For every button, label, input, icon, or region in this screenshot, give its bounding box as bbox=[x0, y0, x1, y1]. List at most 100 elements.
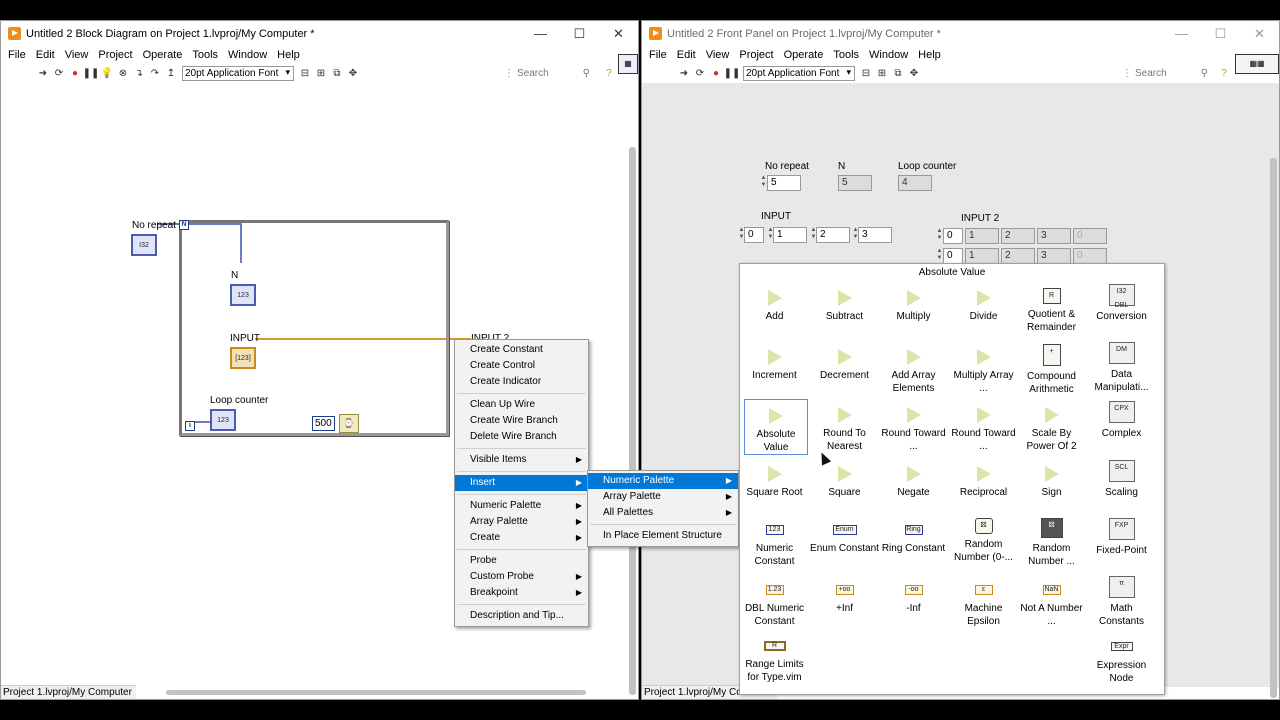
palette-scale-by-power-of-2[interactable]: Scale By Power Of 2 bbox=[1017, 407, 1086, 453]
menu-view[interactable]: View bbox=[701, 49, 735, 61]
connector-pane-icon[interactable]: ▦▦ bbox=[1235, 54, 1279, 74]
distribute-objects-icon[interactable]: ⊞ bbox=[314, 67, 328, 81]
palette-range-limits[interactable]: R Range Limits for Type.vim bbox=[740, 638, 809, 684]
palette-expression-node[interactable]: Expr Expression Node bbox=[1087, 642, 1156, 685]
menu-create-indicator[interactable]: Create Indicator bbox=[455, 374, 588, 390]
palette-dbl-numeric-constant[interactable]: 1.23 DBL Numeric Constant bbox=[740, 582, 809, 628]
menu-numeric-palette[interactable]: Numeric Palette ▶ bbox=[455, 498, 588, 514]
align-objects-icon[interactable]: ⊟ bbox=[298, 67, 312, 81]
no-repeat-increment[interactable]: ▲ ▼ bbox=[760, 175, 767, 191]
cleanup-diagram-icon[interactable]: ✥ bbox=[346, 67, 360, 81]
no-repeat-control[interactable]: 5 bbox=[767, 175, 801, 191]
vi-icon[interactable]: ▦ bbox=[618, 54, 638, 74]
menu-tools[interactable]: Tools bbox=[828, 49, 864, 61]
step-into-icon[interactable]: ↴ bbox=[132, 67, 146, 81]
palette-conversion[interactable]: I32 DBL Conversion bbox=[1087, 284, 1156, 323]
bd-search-input[interactable]: ⋮ Search ⚲ bbox=[504, 67, 590, 81]
close-icon[interactable]: ✕ bbox=[599, 21, 638, 46]
palette-enum-constant[interactable]: Enum Enum Constant bbox=[810, 522, 879, 555]
menu-create-constant[interactable]: Create Constant bbox=[455, 342, 588, 358]
reorder-icon[interactable]: ✥ bbox=[907, 67, 921, 81]
retain-wire-values-icon[interactable]: ⊗ bbox=[116, 67, 130, 81]
menu-tools[interactable]: Tools bbox=[187, 49, 223, 61]
resize-objects-icon[interactable]: ⧉ bbox=[891, 67, 905, 81]
distribute-objects-icon[interactable]: ⊞ bbox=[875, 67, 889, 81]
palette-subtract[interactable]: Subtract bbox=[810, 290, 879, 323]
menu-file[interactable]: File bbox=[3, 49, 31, 61]
palette-machine-epsilon[interactable]: ε Machine Epsilon bbox=[949, 582, 1018, 628]
menu-custom-probe[interactable]: Custom Probe ▶ bbox=[455, 569, 588, 585]
input-element-1[interactable]: 1 bbox=[773, 227, 807, 243]
pause-icon[interactable]: ❚❚ bbox=[83, 67, 100, 81]
no-repeat-terminal[interactable]: I32 bbox=[131, 234, 157, 256]
context-help-icon[interactable]: ? bbox=[1217, 67, 1231, 81]
menu-window[interactable]: Window bbox=[864, 49, 913, 61]
fp-vertical-scrollbar[interactable] bbox=[1270, 158, 1277, 698]
palette-numeric-constant[interactable]: 123 Numeric Constant bbox=[740, 522, 809, 568]
font-select[interactable]: 20pt Application Font bbox=[182, 66, 294, 81]
palette-round-to-nearest[interactable]: Round To Nearest bbox=[810, 407, 879, 453]
palette-divide[interactable]: Divide bbox=[949, 290, 1018, 323]
abort-icon[interactable]: ● bbox=[709, 67, 723, 81]
menu-operate[interactable]: Operate bbox=[138, 49, 188, 61]
menu-probe[interactable]: Probe bbox=[455, 553, 588, 569]
input2-row2-spin[interactable]: ▲ ▼ bbox=[936, 248, 943, 264]
palette-compound-arithmetic[interactable]: + Compound Arithmetic bbox=[1017, 344, 1086, 396]
highlight-execution-icon[interactable]: 💡 bbox=[100, 67, 114, 81]
menu-delete-wire-branch[interactable]: Delete Wire Branch bbox=[455, 429, 588, 445]
abort-icon[interactable]: ● bbox=[68, 67, 82, 81]
palette-square[interactable]: Square bbox=[810, 466, 879, 499]
input2-row2-index[interactable]: 0 bbox=[943, 248, 963, 264]
close-icon[interactable]: ✕ bbox=[1240, 21, 1279, 46]
menu-create-wire-branch[interactable]: Create Wire Branch bbox=[455, 413, 588, 429]
iteration-terminal[interactable]: i bbox=[185, 421, 195, 431]
palette-complex[interactable]: CPX Complex bbox=[1087, 401, 1156, 440]
menu-project[interactable]: Project bbox=[93, 49, 137, 61]
n-terminal[interactable]: 123 bbox=[230, 284, 256, 306]
menu-clean-up-wire[interactable]: Clean Up Wire bbox=[455, 397, 588, 413]
palette-fixed-point[interactable]: FXP Fixed-Point bbox=[1087, 518, 1156, 557]
wait-constant[interactable]: 500 bbox=[312, 416, 335, 431]
palette-data-manipulation[interactable]: DM Data Manipulati... bbox=[1087, 342, 1156, 394]
palette-increment[interactable]: Increment bbox=[740, 349, 809, 382]
fp-titlebar[interactable]: Untitled 2 Front Panel on Project 1.lvpr… bbox=[642, 21, 1279, 46]
palette-negate[interactable]: Negate bbox=[879, 466, 948, 499]
run-continuously-icon[interactable]: ⟳ bbox=[52, 67, 66, 81]
menu-operate[interactable]: Operate bbox=[779, 49, 829, 61]
submenu-numeric-palette[interactable]: Numeric Palette ▶ bbox=[588, 473, 738, 489]
palette-plus-inf[interactable]: +oo +Inf bbox=[810, 582, 879, 615]
menu-create[interactable]: Create ▶ bbox=[455, 530, 588, 546]
palette-decrement[interactable]: Decrement bbox=[810, 349, 879, 382]
run-icon[interactable]: ➜ bbox=[677, 67, 691, 81]
step-out-icon[interactable]: ↥ bbox=[164, 67, 178, 81]
menu-project[interactable]: Project bbox=[734, 49, 778, 61]
menu-visible-items[interactable]: Visible Items ▶ bbox=[455, 452, 588, 468]
bd-titlebar[interactable]: Untitled 2 Block Diagram on Project 1.lv… bbox=[1, 21, 638, 46]
palette-add-array-elements[interactable]: Add Array Elements bbox=[879, 349, 948, 395]
input-index[interactable]: 0 bbox=[744, 227, 764, 243]
fp-search-input[interactable]: ⋮ Search ⚲ bbox=[1122, 67, 1208, 81]
menu-description-and-tip[interactable]: Description and Tip... bbox=[455, 608, 588, 624]
step-over-icon[interactable]: ↷ bbox=[148, 67, 162, 81]
menu-file[interactable]: File bbox=[644, 49, 672, 61]
palette-ring-constant[interactable]: Ring Ring Constant bbox=[879, 522, 948, 555]
align-objects-icon[interactable]: ⊟ bbox=[859, 67, 873, 81]
palette-random-number-0-1[interactable]: ⚄ Random Number (0-... bbox=[949, 518, 1018, 564]
menu-breakpoint[interactable]: Breakpoint ▶ bbox=[455, 585, 588, 601]
font-select[interactable]: 20pt Application Font bbox=[743, 66, 855, 81]
palette-not-a-number[interactable]: NaN Not A Number ... bbox=[1017, 582, 1086, 628]
menu-help[interactable]: Help bbox=[913, 49, 946, 61]
menu-edit[interactable]: Edit bbox=[31, 49, 60, 61]
maximize-icon[interactable]: ☐ bbox=[560, 21, 599, 46]
menu-array-palette[interactable]: Array Palette ▶ bbox=[455, 514, 588, 530]
menu-insert[interactable]: Insert ▶ bbox=[455, 475, 588, 491]
run-icon[interactable]: ➜ bbox=[36, 67, 50, 81]
bd-vertical-scrollbar[interactable] bbox=[629, 147, 636, 695]
palette-square-root[interactable]: Square Root bbox=[740, 466, 809, 499]
loop-count-terminal[interactable]: N bbox=[179, 220, 189, 230]
menu-help[interactable]: Help bbox=[272, 49, 305, 61]
palette-multiply-array[interactable]: Multiply Array ... bbox=[949, 349, 1018, 395]
palette-sign[interactable]: Sign bbox=[1017, 466, 1086, 499]
palette-round-toward-pos-inf[interactable]: Round Toward ... bbox=[949, 407, 1018, 453]
submenu-all-palettes[interactable]: All Palettes ▶ bbox=[588, 505, 738, 521]
